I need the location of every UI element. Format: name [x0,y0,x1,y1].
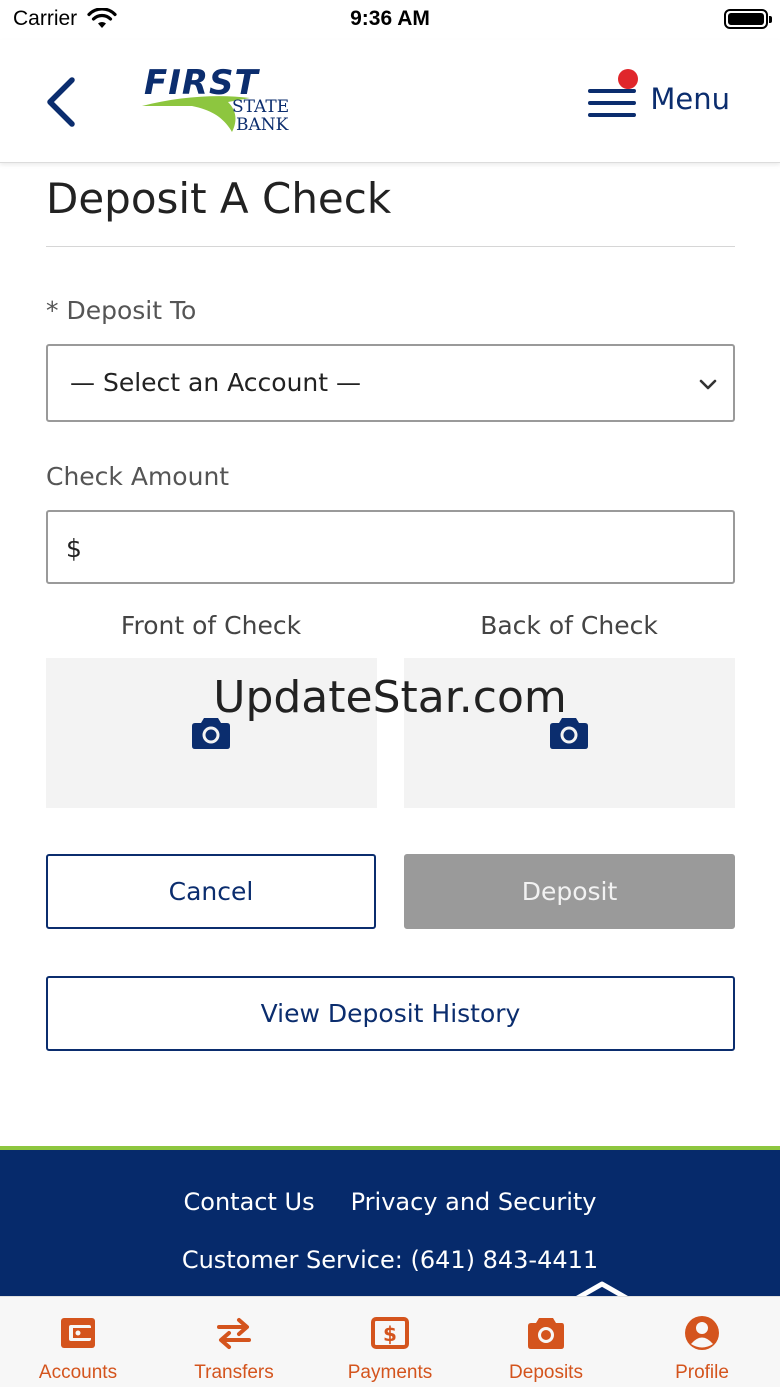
check-amount-input[interactable]: $ [46,510,735,584]
contact-us-link[interactable]: Contact Us [184,1188,315,1216]
menu-button[interactable]: Menu [588,69,730,124]
account-select-value: — Select an Account — [70,368,362,397]
tab-accounts[interactable]: Accounts [0,1297,156,1387]
camera-icon [528,1318,564,1349]
transfer-arrows-icon [217,1318,251,1349]
user-circle-icon [685,1316,719,1350]
deposit-to-label: * Deposit To [46,296,197,325]
back-button[interactable] [40,74,84,130]
footer: Contact Us Privacy and Security Customer… [0,1146,780,1300]
page-title: Deposit A Check [46,174,392,223]
menu-label: Menu [650,82,730,116]
tab-deposits-label: Deposits [509,1362,583,1383]
privacy-security-link[interactable]: Privacy and Security [351,1188,597,1216]
account-select[interactable]: — Select an Account — [46,344,735,422]
tab-transfers[interactable]: Transfers [156,1297,312,1387]
svg-text:$: $ [383,1322,397,1346]
tab-deposits[interactable]: Deposits [468,1297,624,1387]
status-bar: Carrier 9:36 AM [0,0,780,40]
front-of-check-label: Front of Check [120,611,302,640]
chevron-left-icon [47,77,75,127]
customer-service-phone[interactable]: Customer Service: (641) 843-4411 [0,1246,780,1274]
watermark-text: UpdateStar.com [213,672,567,723]
notification-dot [618,69,639,89]
logo-state-text: STATE [232,97,289,117]
tab-payments[interactable]: $ Payments [312,1297,468,1387]
tab-accounts-label: Accounts [38,1362,118,1383]
tab-transfers-label: Transfers [194,1362,274,1383]
footer-links: Contact Us Privacy and Security [0,1188,780,1216]
hamburger-icon [588,69,639,117]
check-amount-label: Check Amount [46,462,230,491]
wallet-icon [61,1318,95,1348]
currency-prefix: $ [66,534,82,563]
cancel-button[interactable]: Cancel [46,854,376,929]
tab-bar: Accounts Transfers $ Payments Deposits P… [0,1296,780,1387]
back-of-check-label: Back of Check [480,611,658,640]
bank-logo: FIRST STATE BANK [140,62,290,138]
payment-dollar-icon: $ [371,1317,409,1349]
status-time: 9:36 AM [350,7,430,30]
battery-icon [724,9,772,29]
tab-profile-label: Profile [675,1362,729,1383]
view-deposit-history-button[interactable]: View Deposit History [46,976,735,1051]
app-header: FIRST STATE BANK Menu [0,40,780,163]
tab-payments-label: Payments [347,1362,433,1383]
tab-profile[interactable]: Profile [624,1297,780,1387]
title-divider [46,246,735,247]
chevron-down-icon [699,379,717,390]
logo-bank-text: BANK [236,115,289,135]
deposit-button[interactable]: Deposit [404,854,735,929]
